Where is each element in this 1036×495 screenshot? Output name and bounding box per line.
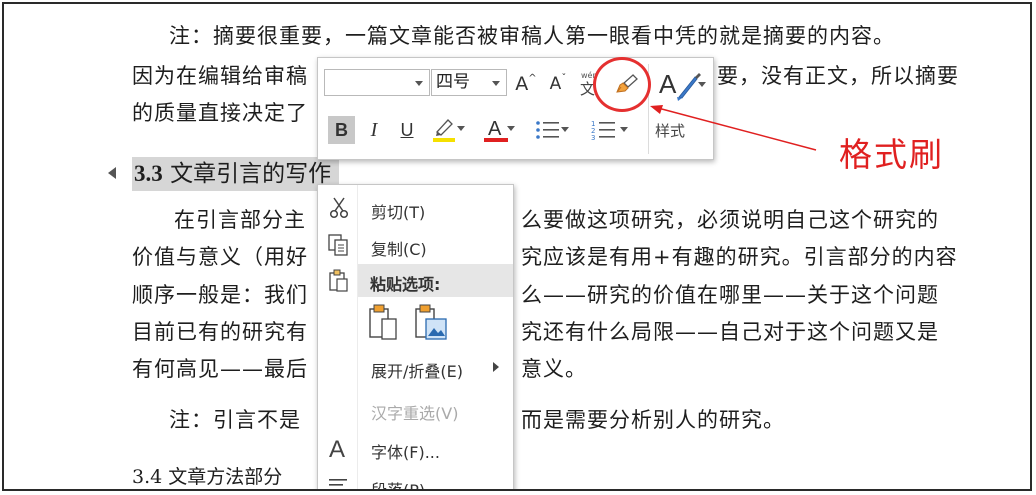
svg-text:A: A [659, 69, 677, 99]
bold-button[interactable]: B [328, 116, 355, 144]
numbering-button[interactable]: 1 2 3 [584, 116, 628, 144]
paste-picture-button[interactable] [414, 303, 450, 341]
styles-icon: A [659, 69, 701, 101]
annotation-circle [593, 57, 651, 112]
underline-button[interactable]: U [397, 116, 417, 144]
abstract-note-line-2a: 因为在编辑给审稿 [132, 64, 308, 88]
intro-note-b: 而是需要分析别人的研究。 [521, 408, 785, 432]
context-menu: 剪切(T) 复制(C) 粘贴选项: 展开/折叠(E) 汉字重选(V) A 字体(… [317, 184, 514, 491]
bullets-button[interactable] [529, 116, 569, 144]
italic-button[interactable]: I [364, 116, 384, 144]
chevron-down-icon[interactable] [698, 82, 706, 87]
bullet-list-icon [536, 121, 559, 139]
copy-icon [328, 234, 348, 256]
clipboard-icon [329, 269, 348, 292]
chevron-down-icon[interactable] [620, 127, 628, 132]
menu-item-paragraph-label: 段落(P)... [371, 481, 441, 491]
intro-line-5b: 意义。 [521, 357, 587, 381]
font-color-button[interactable]: A [481, 114, 515, 144]
font-name-combo[interactable] [324, 69, 430, 96]
paste-keep-format-button[interactable] [368, 303, 400, 341]
heading-text: 文章引言的写作 [170, 161, 332, 187]
highlight-button[interactable] [429, 114, 465, 144]
highlighter-icon [433, 119, 455, 142]
menu-item-expand-collapse[interactable]: 展开/折叠(E) [318, 350, 513, 383]
intro-line-2b: 究应该是有用+有趣的研究。引言部分的内容 [521, 245, 958, 269]
abstract-note-line-2b: 要，没有正文，所以摘要 [717, 64, 959, 88]
menu-item-expand-label: 展开/折叠(E) [371, 362, 463, 381]
font-color-icon: A [484, 118, 508, 142]
menu-item-cut[interactable]: 剪切(T) [318, 191, 513, 224]
annotation-label: 格式刷 [839, 135, 944, 174]
document-frame: 注：摘要很重要，一篇文章能否被审稿人第一眼看中凭的就是摘要的内容。 因为在编辑给… [2, 2, 1032, 491]
svg-text:A: A [329, 436, 345, 461]
intro-line-5a: 有何高见——最后 [132, 357, 308, 381]
scissors-icon [329, 197, 349, 219]
abstract-note-line-1: 注：摘要很重要，一篇文章能否被审稿人第一眼看中凭的就是摘要的内容。 [169, 24, 895, 48]
paste-options-header: 粘贴选项: [358, 264, 513, 297]
intro-line-1a: 在引言部分主 [174, 208, 306, 232]
abstract-note-line-3: 的质量直接决定了 [132, 101, 308, 125]
intro-line-3a: 顺序一般是：我们 [132, 283, 308, 307]
intro-line-4b: 究还有什么局限——自己对于这个问题又是 [521, 320, 939, 344]
menu-item-paragraph[interactable]: 段落(P)... [318, 469, 513, 491]
intro-line-1b: 么要做这项研究，必须说明自己这个研究的 [521, 208, 939, 232]
annotation-arrow-icon [650, 105, 817, 151]
svg-text:A: A [488, 118, 502, 140]
menu-item-copy[interactable]: 复制(C) [318, 228, 513, 261]
shrink-font-button[interactable]: Aˇ [546, 71, 570, 97]
font-size-combo[interactable]: 四号 [431, 69, 507, 96]
collapse-triangle-icon[interactable] [108, 167, 116, 179]
menu-item-reconvert-label: 汉字重选(V) [371, 404, 459, 423]
intro-line-4a: 目前已有的研究有 [132, 320, 308, 344]
menu-item-reconvert: 汉字重选(V) [318, 392, 513, 425]
intro-note-a: 注：引言不是 [169, 408, 301, 432]
chevron-down-icon[interactable] [415, 81, 423, 86]
heading-number: 3.3 [134, 161, 163, 186]
chevron-right-icon [493, 362, 499, 372]
paste-options-label: 粘贴选项: [370, 275, 441, 294]
chevron-down-icon[interactable] [561, 127, 569, 132]
grow-font-button[interactable]: A ^ [514, 71, 538, 97]
menu-item-cut-label: 剪切(T) [371, 203, 426, 222]
numbered-list-icon: 1 2 3 [591, 120, 615, 142]
font-icon: A [329, 436, 345, 461]
grow-font-icon: A [515, 73, 529, 95]
menu-item-font-label: 字体(F)... [371, 443, 440, 462]
paragraph-icon [329, 479, 347, 486]
chevron-down-icon[interactable] [507, 126, 515, 131]
intro-line-2a: 价值与意义（用好 [132, 245, 308, 269]
shrink-font-icon: A [549, 74, 562, 94]
section-heading-3-3[interactable]: 3.3 文章引言的写作 [132, 157, 340, 191]
chevron-down-icon[interactable] [492, 81, 500, 86]
chevron-down-icon[interactable] [457, 126, 465, 131]
paste-keep-icon [369, 304, 397, 340]
font-size-value: 四号 [436, 72, 470, 92]
menu-item-copy-label: 复制(C) [371, 240, 427, 259]
section-heading-3-4: 3.4 文章方法部分 [132, 466, 283, 488]
intro-line-3b: 么——研究的价值在哪里——关于这个问题 [521, 283, 939, 307]
paste-picture-icon [415, 304, 447, 340]
menu-item-font[interactable]: A 字体(F)... [318, 431, 513, 464]
svg-text:3: 3 [591, 134, 595, 142]
